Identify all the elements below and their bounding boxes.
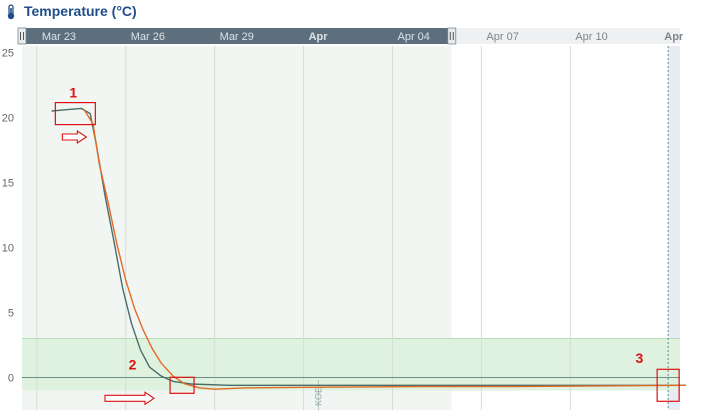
x-tick-label: Mar 26	[131, 31, 165, 43]
x-tick-label: Apr	[309, 31, 329, 43]
x-tick-label: Apr	[664, 31, 684, 43]
navigator-left-handle[interactable]	[17, 27, 27, 45]
y-tick-label: 15	[2, 178, 14, 190]
y-tick-label: 20	[2, 113, 14, 125]
y-axis-ticks: 25 20 15 10 5 0	[2, 48, 14, 385]
chart-title: Temperature (°C)	[24, 3, 137, 19]
chart-header: Temperature (°C)	[0, 0, 702, 24]
y-tick-label: 0	[8, 373, 14, 385]
x-tick-label: Apr 04	[397, 31, 429, 43]
annotation-label-1: 1	[69, 85, 77, 101]
target-temperature-band	[22, 338, 680, 391]
x-tick-label: Mar 23	[42, 31, 76, 43]
thermometer-icon	[7, 4, 15, 20]
y-tick-label: 5	[8, 308, 14, 320]
annotation-label-3: 3	[636, 350, 644, 366]
x-tick-label: Apr 10	[575, 31, 607, 43]
event-marker-label: KOE	[313, 387, 323, 406]
annotation-label-2: 2	[129, 357, 137, 373]
navigator-right-handle[interactable]	[447, 27, 457, 45]
y-tick-label: 10	[2, 243, 14, 255]
x-tick-label: Mar 29	[220, 31, 254, 43]
temperature-chart: KOE Mar 23 Mar 26 Mar 29 Apr Apr 04 Apr 07 Apr…	[2, 27, 686, 410]
x-tick-label: Apr 07	[486, 31, 518, 43]
y-tick-label: 25	[2, 48, 14, 60]
